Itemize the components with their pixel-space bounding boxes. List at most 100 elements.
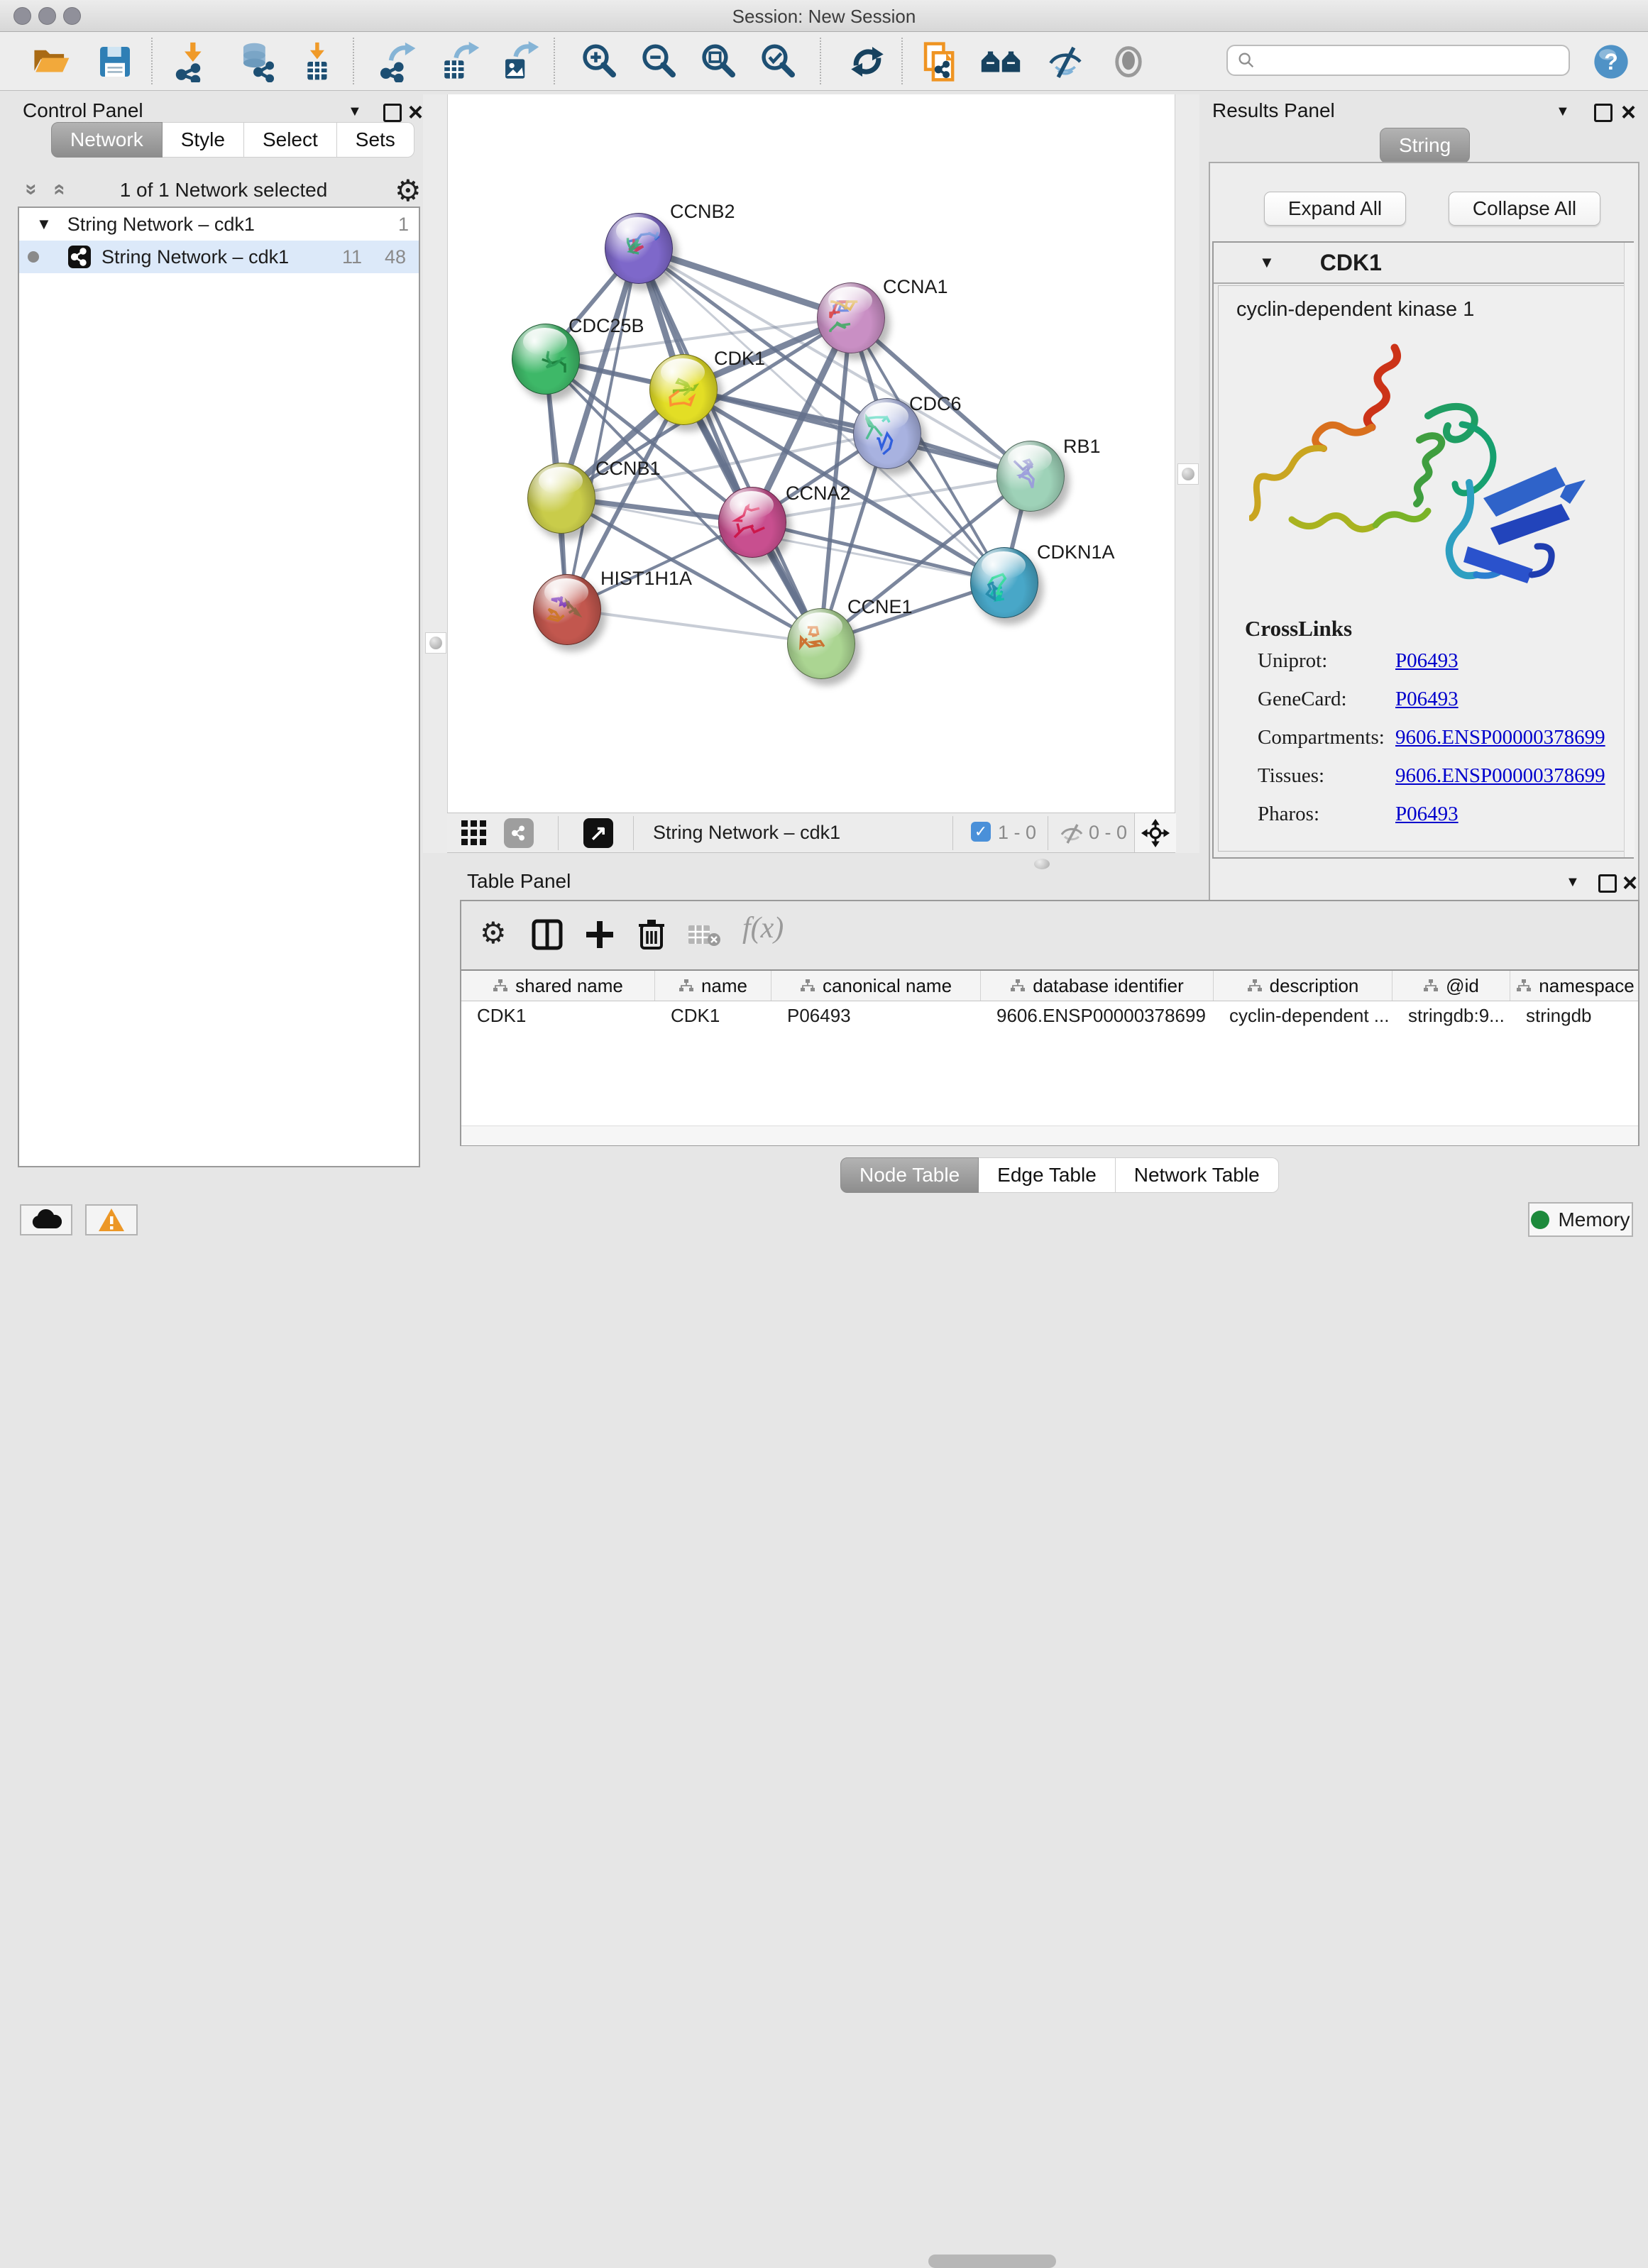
table-panel-float-icon[interactable] <box>1598 874 1617 893</box>
function-builder-icon[interactable]: f(x) <box>742 911 784 945</box>
import-network-file-icon[interactable] <box>169 39 214 84</box>
home-legacy-icon[interactable] <box>978 39 1023 84</box>
crosslink-link-uniprot[interactable]: P06493 <box>1395 649 1459 673</box>
network-canvas[interactable]: CCNB2CCNA1CDC25BCDK1CDC6RB1CCNB1CCNA2CDK… <box>447 94 1175 813</box>
search-input[interactable] <box>1256 50 1543 71</box>
network-node-rb1[interactable] <box>996 441 1065 512</box>
right-splitter-handle[interactable] <box>1177 463 1199 485</box>
table-hscrollbar-thumb[interactable] <box>928 2255 1056 2268</box>
tab-style[interactable]: Style <box>163 122 244 158</box>
export-image-icon[interactable] <box>497 39 542 84</box>
cell-canonical-name[interactable]: P06493 <box>771 1001 981 1030</box>
cell-@id[interactable]: stringdb:9... <box>1392 1001 1510 1030</box>
gene-section-header[interactable]: ▼ CDK1 <box>1214 243 1632 284</box>
network-node-ccnb1[interactable] <box>527 463 595 534</box>
column-header-name[interactable]: name <box>655 971 771 1001</box>
save-session-icon[interactable] <box>92 39 138 84</box>
control-panel-menu-icon[interactable]: ▼ <box>348 104 362 120</box>
column-header-@id[interactable]: @id <box>1392 971 1510 1001</box>
right-splitter[interactable] <box>1175 94 1199 853</box>
columns-icon[interactable] <box>531 918 564 954</box>
tab-network-table[interactable]: Network Table <box>1116 1157 1279 1193</box>
memory-button[interactable]: Memory <box>1528 1202 1633 1237</box>
cell-namespace[interactable]: stringdb <box>1510 1001 1638 1030</box>
network-node-ccna1[interactable] <box>817 282 885 353</box>
hide-panels-icon[interactable] <box>1043 39 1089 84</box>
collapse-all-icon[interactable]: » <box>26 177 38 202</box>
tab-string[interactable]: String <box>1380 128 1470 163</box>
zoom-out-icon[interactable] <box>636 39 681 84</box>
network-node-cdk1[interactable] <box>649 354 718 425</box>
show-sphere-icon[interactable] <box>1106 39 1151 84</box>
expand-all-button[interactable]: Expand All <box>1264 192 1406 226</box>
open-session-icon[interactable] <box>28 39 74 84</box>
tab-edge-table[interactable]: Edge Table <box>979 1157 1116 1193</box>
network-node-cdkn1a[interactable] <box>970 547 1038 618</box>
network-node-ccnb2[interactable] <box>605 213 673 284</box>
cell-description[interactable]: cyclin-dependent ... <box>1214 1001 1392 1030</box>
network-row-selected[interactable]: String Network – cdk1 11 48 <box>19 241 419 273</box>
network-node-ccna2[interactable] <box>718 487 786 558</box>
warning-button[interactable] <box>85 1204 138 1235</box>
table-panel-menu-icon[interactable]: ▼ <box>1566 874 1580 891</box>
selected-checkbox-icon[interactable]: ✓ <box>971 822 991 842</box>
export-network-icon[interactable] <box>375 39 420 84</box>
zoom-selected-icon[interactable] <box>755 39 801 84</box>
import-network-database-icon[interactable] <box>234 39 280 84</box>
table-settings-gear-icon[interactable]: ⚙ <box>480 915 507 950</box>
column-header-description[interactable]: description <box>1214 971 1392 1001</box>
left-splitter-handle[interactable] <box>425 632 446 654</box>
network-node-hist1h1a[interactable] <box>533 574 601 645</box>
tab-select[interactable]: Select <box>244 122 337 158</box>
tab-network[interactable]: Network <box>51 122 163 158</box>
results-panel-float-icon[interactable] <box>1594 104 1613 122</box>
search-box[interactable] <box>1226 45 1570 76</box>
column-header-canonical-name[interactable]: canonical name <box>771 971 981 1001</box>
control-panel-float-icon[interactable] <box>383 104 402 122</box>
gene-collapse-triangle-icon[interactable]: ▼ <box>1259 253 1275 272</box>
table-row[interactable]: CDK1CDK1P064939606.ENSP00000378699cyclin… <box>461 1001 1638 1030</box>
open-in-browser-icon[interactable] <box>917 39 962 84</box>
results-panel-close-icon[interactable]: × <box>1621 104 1636 121</box>
delete-table-icon[interactable] <box>687 923 721 952</box>
zoom-fit-icon[interactable] <box>696 39 741 84</box>
column-header-shared-name[interactable]: shared name <box>461 971 655 1001</box>
birds-eye-toggle-icon[interactable]: ↗ <box>583 818 613 848</box>
table-panel-close-icon[interactable]: × <box>1622 874 1637 891</box>
network-node-ccne1[interactable] <box>787 608 855 679</box>
collapse-triangle-icon[interactable]: ▼ <box>36 215 52 233</box>
crosslink-link-compartments[interactable]: 9606.ENSP00000378699 <box>1395 726 1605 749</box>
zoom-in-icon[interactable] <box>576 39 622 84</box>
horizontal-splitter-handle[interactable] <box>1034 859 1050 869</box>
column-header-database-identifier[interactable]: database identifier <box>981 971 1214 1001</box>
tab-sets[interactable]: Sets <box>337 122 414 158</box>
network-collection-row[interactable]: ▼ String Network – cdk1 1 <box>19 208 419 241</box>
cell-database-identifier[interactable]: 9606.ENSP00000378699 <box>981 1001 1214 1030</box>
tab-node-table[interactable]: Node Table <box>840 1157 979 1193</box>
control-panel-close-icon[interactable]: × <box>408 104 423 121</box>
left-splitter[interactable] <box>423 94 447 853</box>
expand-all-icon[interactable]: « <box>54 177 66 202</box>
crosslink-link-pharos[interactable]: P06493 <box>1395 803 1459 826</box>
table-hscrollbar[interactable] <box>461 1125 1638 1145</box>
cell-name[interactable]: CDK1 <box>655 1001 771 1030</box>
hidden-eye-icon[interactable] <box>1059 820 1084 849</box>
control-panel-gear-icon[interactable]: ⚙ <box>395 173 422 208</box>
crosslink-link-tissues[interactable]: 9606.ENSP00000378699 <box>1395 764 1605 788</box>
export-table-icon[interactable] <box>437 39 483 84</box>
crosslink-link-genecard[interactable]: P06493 <box>1395 688 1459 711</box>
results-scrollbar[interactable] <box>1624 243 1635 857</box>
network-edge[interactable] <box>566 609 820 643</box>
collapse-all-button[interactable]: Collapse All <box>1449 192 1600 226</box>
cloud-button[interactable] <box>20 1204 72 1235</box>
grid-view-icon[interactable] <box>460 819 488 851</box>
results-panel-menu-icon[interactable]: ▼ <box>1556 104 1570 120</box>
add-column-icon[interactable] <box>583 918 616 954</box>
network-edge[interactable] <box>566 248 638 609</box>
refresh-icon[interactable] <box>845 39 890 84</box>
column-header-namespace[interactable]: namespace <box>1510 971 1638 1001</box>
cell-shared-name[interactable]: CDK1 <box>461 1001 655 1030</box>
help-icon[interactable]: ? <box>1588 39 1634 84</box>
delete-icon[interactable] <box>636 917 667 954</box>
import-table-icon[interactable] <box>294 39 339 84</box>
